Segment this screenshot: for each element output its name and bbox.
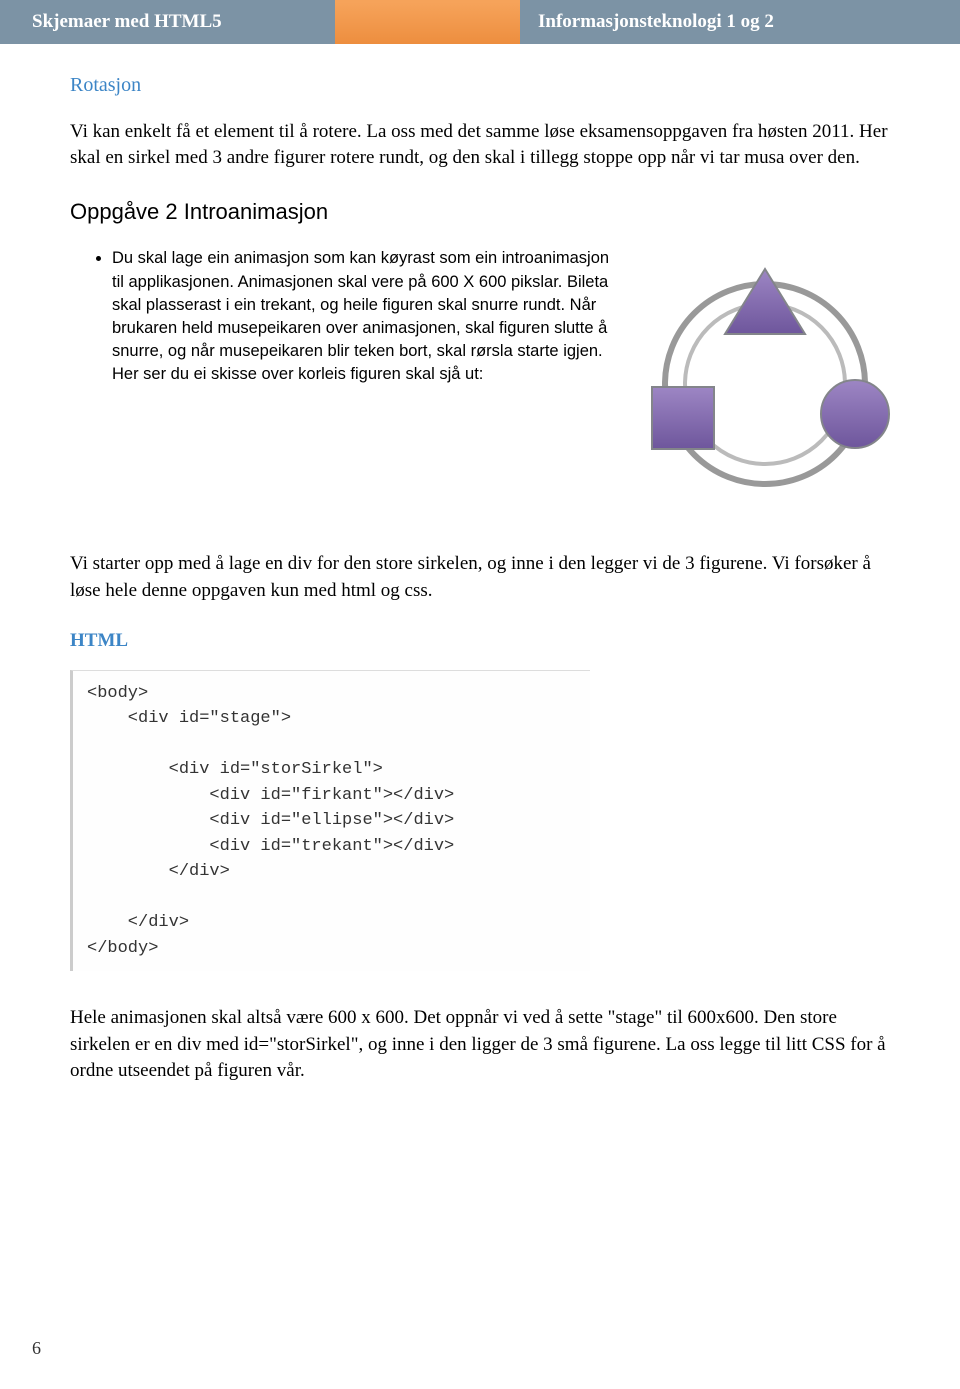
closing-paragraph: Hele animasjonen skal altså være 600 x 6… [70, 1005, 890, 1084]
header-decoration [335, 0, 520, 44]
exercise-title: Oppgåve 2 Introanimasjon [70, 199, 622, 225]
page-number: 6 [32, 1338, 41, 1359]
section-heading-rotation: Rotasjon [70, 74, 890, 97]
intro-paragraph: Vi kan enkelt få et element til å rotere… [70, 119, 890, 171]
after-diagram-paragraph: Vi starter opp med å lage en div for den… [70, 551, 890, 603]
code-snippet: <body> <div id="stage"> <div id="storSir… [70, 670, 590, 972]
page-content: Rotasjon Vi kan enkelt få et element til… [0, 44, 960, 1084]
exercise-bullet: Du skal lage ein animasjon som kan køyra… [112, 247, 622, 386]
exercise-list: Du skal lage ein animasjon som kan køyra… [70, 247, 622, 386]
exercise-text: Oppgåve 2 Introanimasjon Du skal lage ei… [70, 199, 622, 386]
exercise-block: Oppgåve 2 Introanimasjon Du skal lage ei… [70, 199, 890, 509]
header-title-right: Informasjonsteknologi 1 og 2 [520, 0, 960, 44]
header-title-left: Skjemaer med HTML5 [0, 0, 335, 44]
page-header: Skjemaer med HTML5 Informasjonsteknologi… [0, 0, 960, 44]
html-section-label: HTML [70, 630, 890, 652]
animation-diagram [640, 259, 890, 509]
